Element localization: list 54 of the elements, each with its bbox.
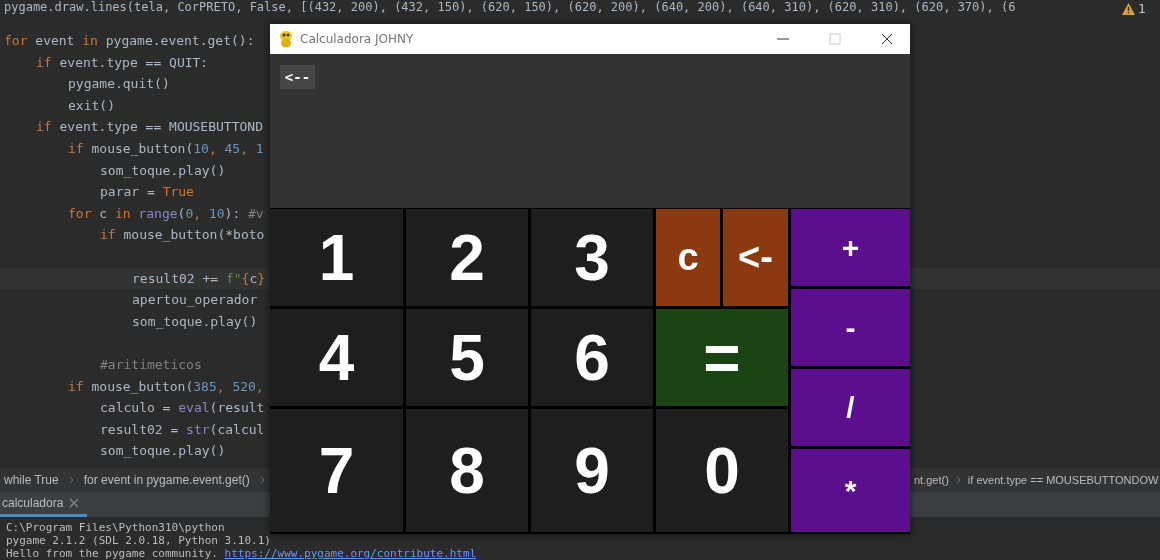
link[interactable]: https://www.pygame.org/contribute.html: [224, 547, 477, 560]
code-line: if event.type == QUIT:: [36, 54, 209, 70]
run-tab[interactable]: calculadora: [0, 492, 88, 517]
operator-key[interactable]: *: [791, 449, 910, 532]
digit-key[interactable]: 8: [406, 409, 528, 532]
back-button[interactable]: <--: [280, 65, 315, 89]
digit-key[interactable]: 4: [270, 309, 403, 406]
code-line: pygame.quit(): [68, 76, 170, 92]
code-line: for c in range(0, 10): #v: [68, 205, 264, 221]
digit-key[interactable]: 3: [531, 209, 653, 306]
breadcrumb[interactable]: if event.type == MOUSEBUTTONDOW: [967, 474, 1159, 486]
code-line: parar = True: [100, 184, 194, 200]
code-line: if mouse_button(385, 520,: [68, 378, 264, 394]
breadcrumb[interactable]: nt.get(): [914, 474, 949, 486]
code-line: calculo = eval(result: [100, 400, 265, 416]
code-line: for event in pygame.event.get():: [4, 33, 255, 48]
digit-key[interactable]: 0: [656, 409, 788, 532]
code-line: #aritimeticos: [100, 356, 202, 372]
operator-key[interactable]: +: [791, 209, 910, 286]
chevron-icon: [259, 476, 265, 484]
operator-key[interactable]: -: [791, 289, 910, 366]
digit-key[interactable]: 7: [270, 409, 403, 532]
chevron-icon: [955, 476, 961, 484]
code-line: apertou_operador: [132, 292, 258, 308]
digit-key[interactable]: 6: [531, 309, 653, 406]
code-line: result02 = str(calcul: [100, 421, 265, 437]
code-line: result02 += f"{c}: [132, 270, 266, 286]
warning-icon: [1122, 3, 1136, 15]
equals-key[interactable]: =: [656, 309, 788, 406]
chevron-icon: [68, 476, 74, 484]
code-line: if mouse_button(*boto: [100, 227, 265, 243]
operator-key[interactable]: /: [791, 369, 910, 446]
code-line: if event.type == MOUSEBUTTOND: [36, 119, 263, 135]
breadcrumb[interactable]: while True: [4, 473, 59, 487]
warning-count[interactable]: 1: [1116, 0, 1160, 16]
code-line: som_toque.play(): [100, 443, 226, 459]
clear-key[interactable]: <-: [723, 209, 788, 306]
digit-key[interactable]: 2: [406, 209, 528, 306]
clear-key[interactable]: c: [656, 209, 720, 306]
digit-key[interactable]: 1: [270, 209, 403, 306]
code-line: exit(): [68, 97, 115, 113]
code-line: pygame.draw.lines(tela, CorPRETO, False, [(432, 200), (432, 150), (620, 150), (620, 200), (640, 200), (640, 310), (620, 310), (620, 370), (6: [3, 0, 1016, 14]
code-line: som_toque.play(): [100, 162, 226, 178]
window-title: Calculadora JOHNY: [300, 32, 414, 46]
snake-icon: [278, 30, 294, 48]
terminal-line: pygame 2.1.2 (SDL 2.0.18, Python 3.10.1): [6, 534, 271, 547]
code-line: if mouse_button(10, 45, 1: [68, 140, 264, 156]
terminal-line: C:\Program Files\Python310\python: [6, 521, 225, 534]
breadcrumb[interactable]: for event in pygame.event.get(): [83, 473, 250, 487]
code-line: som_toque.play(): [132, 313, 258, 329]
close-icon[interactable]: [69, 498, 80, 508]
digit-key[interactable]: 9: [531, 409, 653, 532]
digit-key[interactable]: 5: [406, 309, 528, 406]
terminal-line: Hello from the pygame community.: [6, 547, 218, 560]
